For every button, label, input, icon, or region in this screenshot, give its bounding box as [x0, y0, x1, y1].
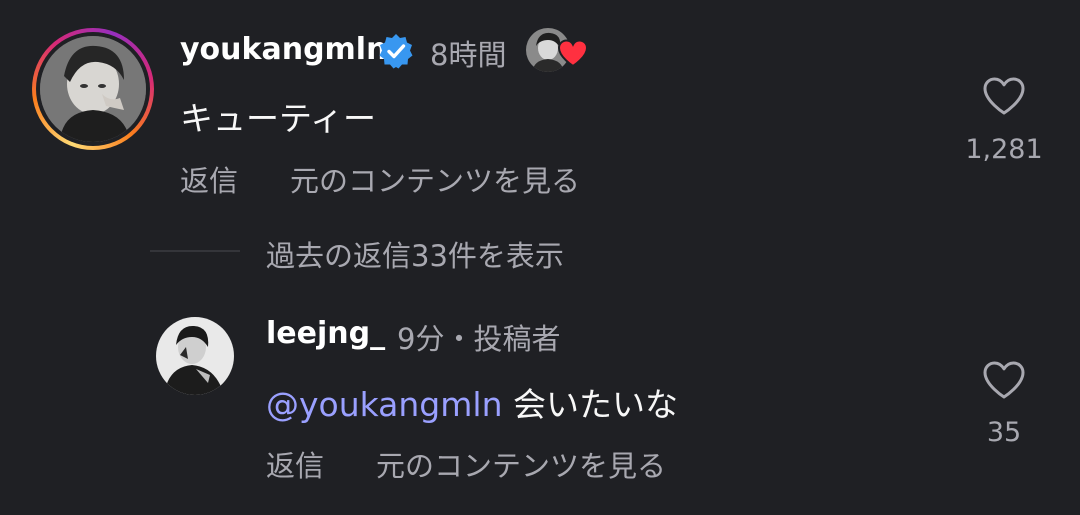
reply-see-original-button[interactable]: 元のコンテンツを見る	[376, 443, 666, 485]
verified-badge-icon	[379, 34, 413, 69]
mention-link[interactable]: @youkangmln	[266, 385, 502, 424]
reply-text: @youkangmln 会いたいな	[266, 378, 678, 426]
view-replies-button[interactable]: 過去の返信33件を表示	[266, 233, 564, 275]
reply-like-heart-icon[interactable]	[982, 360, 1026, 400]
comment-timestamp: 8時間	[430, 38, 507, 72]
avatar-photo-icon	[40, 36, 146, 142]
reply-text-body: 会いたいな	[502, 385, 678, 424]
replies-divider	[150, 250, 240, 252]
see-original-button[interactable]: 元のコンテンツを見る	[290, 158, 580, 200]
reply-avatar-photo-icon	[156, 317, 234, 395]
like-count: 1,281	[965, 134, 1043, 165]
comment-username[interactable]: youkangmln	[180, 32, 387, 67]
reply-button[interactable]: 返信	[180, 158, 238, 200]
reply-reply-button[interactable]: 返信	[266, 443, 324, 485]
creator-heart-icon	[557, 39, 589, 67]
reply-meta: 9分・投稿者	[397, 322, 561, 356]
like-heart-icon[interactable]	[982, 76, 1026, 116]
avatar[interactable]	[40, 36, 146, 142]
reply-username[interactable]: leejng_	[266, 316, 385, 351]
reply-like-count: 35	[986, 417, 1022, 448]
reply-avatar[interactable]	[156, 317, 234, 395]
comment-text: キューティー	[180, 99, 377, 138]
